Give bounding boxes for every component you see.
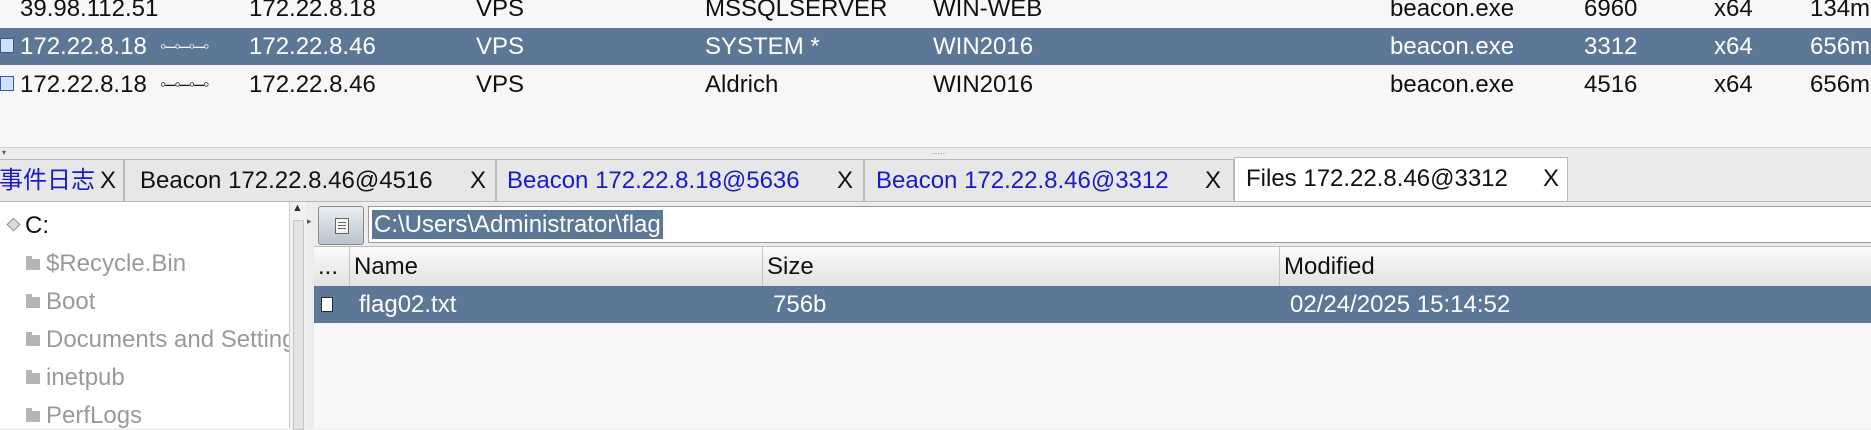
session-table: 39.98.112.51 172.22.8.18 VPS MSSQLSERVER… — [0, 0, 1871, 147]
session-process: beacon.exe — [1390, 71, 1515, 98]
tab-beacon-3312[interactable]: Beacon 172.22.8.46@3312 X — [864, 159, 1234, 201]
column-header-modified[interactable]: Modified — [1280, 247, 1871, 286]
tree-node-folder[interactable]: Boot — [26, 284, 95, 320]
session-listener: VPS — [476, 0, 525, 22]
collapse-arrow-icon[interactable]: ▸ — [307, 216, 312, 227]
file-name: flag02.txt — [359, 291, 457, 318]
session-arch: x64 — [1714, 33, 1753, 60]
session-external-ip: 172.22.8.18 — [20, 71, 147, 98]
tree-node-label: C: — [25, 212, 49, 239]
file-modified: 02/24/2025 15:14:52 — [1290, 291, 1511, 318]
session-listener: VPS — [476, 71, 525, 98]
drive-tree: C: $Recycle.Bin Boot Documents and Setti… — [0, 202, 290, 428]
path-selection: C:\Users\Administrator\flag — [372, 210, 663, 239]
column-menu-button[interactable]: ... — [314, 247, 350, 286]
session-external-ip: 39.98.112.51 — [20, 0, 159, 22]
path-bar: C:\Users\Administrator\flag — [314, 202, 1871, 246]
tab-close-button[interactable]: X — [837, 160, 853, 201]
session-internal-ip: 172.22.8.46 — [249, 33, 376, 60]
tree-node-label: $Recycle.Bin — [46, 250, 187, 277]
tree-node-folder[interactable]: $Recycle.Bin — [26, 246, 186, 282]
tab-beacon-4516[interactable]: Beacon 172.22.8.46@4516 X — [124, 159, 496, 201]
session-last: 134m — [1810, 0, 1871, 22]
column-header-size[interactable]: Size — [763, 247, 1280, 286]
session-arch: x64 — [1714, 0, 1753, 22]
file-list: ... Name Size Modified flag02.txt 756b 0… — [314, 246, 1871, 429]
session-user: Aldrich — [705, 71, 779, 98]
pivot-chain-icon: ◦–◦–◦–◦ — [160, 36, 210, 56]
session-pid: 3312 — [1584, 33, 1638, 60]
folder-icon — [26, 332, 40, 346]
tab-beacon-5636[interactable]: Beacon 172.22.8.18@5636 X — [496, 159, 864, 201]
folder-icon — [26, 256, 40, 270]
session-pid: 6960 — [1584, 0, 1638, 22]
file-icon — [321, 297, 333, 312]
list-drives-button[interactable] — [318, 206, 364, 245]
tab-files-3312[interactable]: Files 172.22.8.46@3312 X — [1234, 157, 1568, 201]
session-row-selected[interactable]: 172.22.8.18 ◦–◦–◦–◦ 172.22.8.46 VPS SYST… — [0, 28, 1871, 65]
folder-list-icon — [335, 218, 349, 234]
tree-node-folder[interactable]: Documents and Settings — [26, 322, 290, 358]
scroll-up-arrow-icon[interactable]: ▲ — [292, 202, 303, 214]
session-pid: 4516 — [1584, 71, 1638, 98]
vertical-splitter[interactable]: ▸ — [306, 202, 314, 428]
tree-node-label: PerfLogs — [46, 402, 143, 428]
tab-label: Beacon 172.22.8.46@3312 — [876, 167, 1169, 194]
session-computer: WIN-WEB — [933, 0, 1043, 22]
folder-icon — [26, 370, 40, 384]
column-header-name[interactable]: Name — [350, 247, 763, 286]
tab-close-button[interactable]: X — [470, 160, 486, 201]
file-list-header: ... Name Size Modified — [314, 247, 1871, 287]
tab-event-log[interactable]: 事件日志 X — [0, 159, 124, 201]
tree-node-folder[interactable]: inetpub — [26, 360, 125, 396]
tree-node-label: inetpub — [46, 364, 125, 391]
file-row-selected[interactable]: flag02.txt 756b 02/24/2025 15:14:52 — [314, 286, 1871, 323]
session-internal-ip: 172.22.8.46 — [249, 71, 376, 98]
tree-node-drive[interactable]: C: — [6, 208, 49, 244]
tree-node-label: Boot — [46, 288, 96, 315]
session-internal-ip: 172.22.8.18 — [249, 0, 376, 22]
tab-label: 事件日志 — [0, 167, 95, 194]
pivot-chain-icon: ◦–◦–◦–◦ — [160, 74, 210, 94]
session-process: beacon.exe — [1390, 33, 1515, 60]
session-last: 656m — [1810, 71, 1871, 98]
session-process: beacon.exe — [1390, 0, 1515, 22]
tree-node-label: Documents and Settings — [46, 326, 290, 353]
session-computer: WIN2016 — [933, 33, 1034, 60]
folder-icon — [26, 408, 40, 422]
session-last: 656m — [1810, 33, 1871, 60]
tab-label: Beacon 172.22.8.18@5636 — [507, 167, 800, 194]
file-size: 756b — [773, 291, 827, 318]
session-user: MSSQLSERVER — [705, 0, 888, 22]
tab-label: Beacon 172.22.8.46@4516 — [140, 167, 433, 194]
scrollbar-thumb[interactable] — [293, 220, 304, 430]
tab-close-button[interactable]: X — [100, 160, 116, 201]
pivot-icon — [0, 28, 14, 65]
tab-close-button[interactable]: X — [1543, 158, 1559, 199]
session-row[interactable]: 172.22.8.18 ◦–◦–◦–◦ 172.22.8.46 VPS Aldr… — [0, 66, 1871, 103]
session-arch: x64 — [1714, 71, 1753, 98]
tree-scrollbar[interactable]: ▲ — [289, 202, 306, 430]
tab-strip: 事件日志 X Beacon 172.22.8.46@4516 X Beacon … — [0, 155, 1871, 202]
pivot-icon — [0, 66, 14, 103]
session-user: SYSTEM * — [705, 33, 820, 60]
session-row[interactable]: 39.98.112.51 172.22.8.18 VPS MSSQLSERVER… — [0, 0, 1871, 27]
tab-close-button[interactable]: X — [1205, 160, 1221, 201]
folder-icon — [26, 294, 40, 308]
session-computer: WIN2016 — [933, 71, 1034, 98]
drive-icon — [6, 217, 21, 232]
tab-label: Files 172.22.8.46@3312 — [1246, 165, 1508, 192]
session-external-ip: 172.22.8.18 — [20, 33, 147, 60]
session-listener: VPS — [476, 33, 525, 60]
tree-node-folder[interactable]: PerfLogs — [26, 398, 142, 428]
